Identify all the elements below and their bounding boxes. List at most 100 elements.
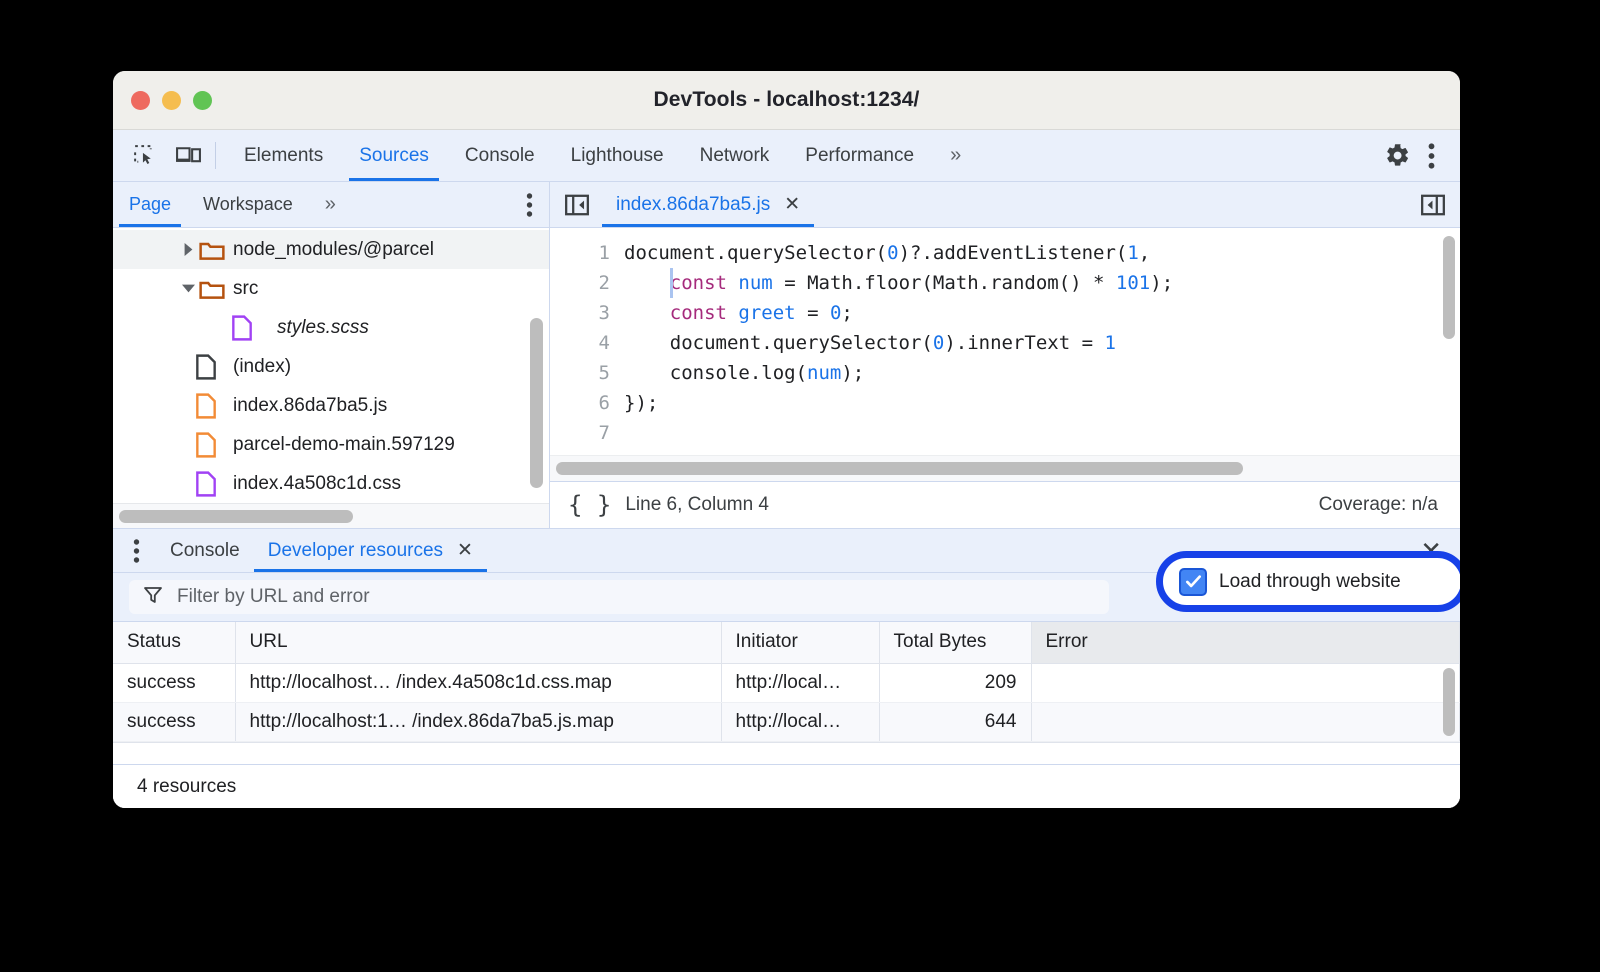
- twisty-collapsed-icon[interactable]: [177, 243, 199, 256]
- chevron-double-right-icon: »: [950, 144, 959, 167]
- tree-item-label: index.4a508c1d.css: [233, 473, 401, 495]
- tree-item-styles-scss[interactable]: styles.scss: [113, 308, 549, 347]
- pretty-print-icon[interactable]: { }: [568, 491, 611, 519]
- column-header-error[interactable]: Error: [1031, 622, 1460, 663]
- drawer-tab-developer-resources-label: Developer resources: [268, 540, 443, 562]
- tab-network[interactable]: Network: [682, 130, 788, 181]
- filter-box[interactable]: [129, 580, 1109, 614]
- close-icon[interactable]: ✕: [457, 539, 473, 562]
- line-number: 4: [550, 328, 624, 358]
- nav-tab-page-label: Page: [129, 194, 171, 215]
- file-tree[interactable]: node_modules/@parcel src: [113, 228, 549, 503]
- editor-horizontal-scrollbar[interactable]: [556, 462, 1243, 475]
- editor-status-bar: { } Line 6, Column 4 Coverage: n/a: [550, 481, 1460, 528]
- cursor-position: Line 6, Column 4: [625, 494, 769, 516]
- navigator-horizontal-scrollbar-track: [113, 503, 549, 528]
- column-header-status[interactable]: Status: [113, 622, 235, 663]
- load-through-website-label[interactable]: Load through website: [1219, 571, 1401, 593]
- window-titlebar: DevTools - localhost:1234/: [113, 71, 1460, 130]
- chevron-double-right-icon: »: [325, 193, 334, 216]
- toolbar-right-icons: [1361, 130, 1460, 181]
- sources-upper-split: Page Workspace »: [113, 182, 1460, 528]
- nav-tab-workspace-label: Workspace: [203, 194, 293, 215]
- tree-item-src[interactable]: src: [113, 269, 549, 308]
- navigator-horizontal-scrollbar[interactable]: [119, 510, 353, 523]
- editor-vertical-scrollbar[interactable]: [1443, 236, 1455, 339]
- tree-item-parcel-demo-main[interactable]: parcel-demo-main.597129: [113, 425, 549, 464]
- inspect-element-icon[interactable]: [129, 141, 159, 171]
- code-editor[interactable]: 1 2 3 4 5 6 7 document.querySelector(0)?…: [550, 228, 1460, 455]
- tree-item-node-modules-parcel[interactable]: node_modules/@parcel: [113, 230, 549, 269]
- tree-item-index[interactable]: (index): [113, 347, 549, 386]
- tab-elements-label: Elements: [244, 145, 323, 167]
- code-line: });: [624, 388, 1460, 418]
- tab-lighthouse[interactable]: Lighthouse: [553, 130, 682, 181]
- column-header-total-bytes[interactable]: Total Bytes: [879, 622, 1031, 663]
- kebab-menu-icon[interactable]: [1416, 141, 1446, 171]
- window-title: DevTools - localhost:1234/: [113, 88, 1460, 112]
- more-tabs-button[interactable]: »: [932, 130, 977, 181]
- navigator-vertical-scrollbar[interactable]: [530, 318, 543, 488]
- coverage-status: Coverage: n/a: [1319, 494, 1438, 516]
- load-through-website-checkbox[interactable]: [1179, 568, 1207, 596]
- developer-resources-table-wrap: Status URL Initiator Total Bytes Error s…: [113, 622, 1460, 764]
- editor-status-left: { } Line 6, Column 4: [568, 491, 769, 519]
- drawer-tab-developer-resources[interactable]: Developer resources ✕: [254, 529, 487, 572]
- column-header-url[interactable]: URL: [235, 622, 721, 663]
- column-header-initiator[interactable]: Initiator: [721, 622, 879, 663]
- table-row[interactable]: success http://localhost… /index.4a508c1…: [113, 663, 1460, 702]
- table-header-row: Status URL Initiator Total Bytes Error: [113, 622, 1460, 663]
- tree-item-index-js[interactable]: index.86da7ba5.js: [113, 386, 549, 425]
- twisty-expanded-icon[interactable]: [177, 282, 199, 295]
- close-icon[interactable]: ✕: [784, 193, 800, 216]
- tab-lighthouse-label: Lighthouse: [571, 145, 664, 167]
- tab-elements[interactable]: Elements: [226, 130, 341, 181]
- show-navigator-icon[interactable]: [550, 182, 602, 227]
- panel-tabs: Elements Sources Console Lighthouse Netw…: [226, 130, 977, 181]
- line-number: 3: [550, 298, 624, 328]
- filter-input[interactable]: [175, 585, 1095, 609]
- show-debugger-icon[interactable]: [1406, 182, 1460, 227]
- tree-item-index-css[interactable]: index.4a508c1d.css: [113, 464, 549, 503]
- nav-tab-workspace[interactable]: Workspace: [187, 182, 309, 227]
- tree-item-label: (index): [233, 356, 291, 378]
- developer-resources-table: Status URL Initiator Total Bytes Error s…: [113, 622, 1460, 742]
- navigator-kebab-menu-icon[interactable]: [510, 182, 549, 227]
- code-line: const greet = 0;: [624, 298, 1460, 328]
- drawer-toolbar: Load through website: [113, 573, 1460, 622]
- tab-performance[interactable]: Performance: [787, 130, 932, 181]
- drawer-kebab-menu-icon[interactable]: [113, 529, 156, 572]
- nav-tab-page[interactable]: Page: [113, 182, 187, 227]
- drawer-tab-console[interactable]: Console: [156, 529, 254, 572]
- nav-more-tabs-button[interactable]: »: [309, 182, 350, 227]
- editor-tab-index-js[interactable]: index.86da7ba5.js ✕: [602, 182, 814, 227]
- editor-horizontal-scrollbar-track: [550, 455, 1460, 481]
- navigator-tabbar: Page Workspace »: [113, 182, 549, 228]
- gear-icon[interactable]: [1382, 141, 1412, 171]
- js-file-icon: [193, 432, 219, 458]
- line-number: 5: [550, 358, 624, 388]
- cell-status: success: [113, 702, 235, 741]
- folder-icon: [199, 278, 225, 300]
- code-lines[interactable]: document.querySelector(0)?.addEventListe…: [624, 228, 1460, 455]
- tab-sources[interactable]: Sources: [341, 130, 447, 181]
- table-row[interactable]: success http://localhost:1… /index.86da7…: [113, 702, 1460, 741]
- editor-tab-label: index.86da7ba5.js: [616, 194, 770, 216]
- device-toolbar-icon[interactable]: [173, 141, 203, 171]
- tab-console[interactable]: Console: [447, 130, 553, 181]
- tree-item-label: styles.scss: [277, 317, 369, 339]
- code-line: document.querySelector(0)?.addEventListe…: [624, 238, 1460, 268]
- code-line: const num = Math.floor(Math.random() * 1…: [624, 268, 1460, 298]
- tree-item-label: parcel-demo-main.597129: [233, 434, 455, 456]
- table-vertical-scrollbar[interactable]: [1443, 668, 1455, 736]
- css-file-icon: [193, 471, 219, 497]
- css-file-icon: [229, 315, 255, 341]
- cell-error: [1031, 663, 1460, 702]
- code-block-indent-guide: [670, 268, 673, 298]
- cell-url: http://localhost… /index.4a508c1d.css.ma…: [235, 663, 721, 702]
- line-number: 7: [550, 418, 624, 448]
- devtools-window: DevTools - localhost:1234/ Elements Sou: [113, 71, 1460, 808]
- devtools-main-toolbar: Elements Sources Console Lighthouse Netw…: [113, 130, 1460, 182]
- code-line: console.log(num);: [624, 358, 1460, 388]
- tree-item-label: src: [233, 278, 258, 300]
